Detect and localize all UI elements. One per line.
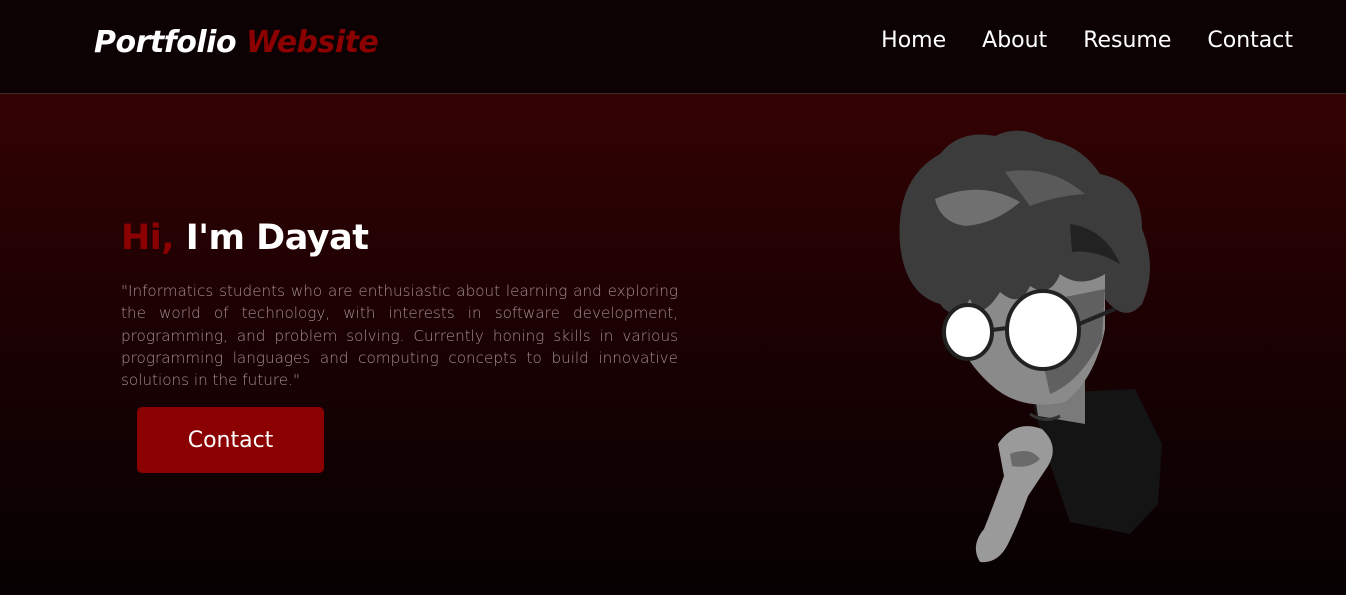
site-header: Portfolio Website Home About Resume Cont…: [0, 0, 1346, 94]
hero-bio: "Informatics students who are enthusiast…: [121, 282, 678, 390]
profile-illustration: [899, 130, 1162, 563]
site-logo[interactable]: Portfolio Website: [94, 25, 379, 60]
nav-link-resume[interactable]: Resume: [1083, 28, 1171, 53]
nav-link-home[interactable]: Home: [881, 28, 946, 53]
avatar-glasses-right: [1005, 289, 1081, 371]
hero-section: Hi, I'm Dayat "Informatics students who …: [0, 94, 1346, 595]
greeting-name: I'm Dayat: [185, 218, 369, 258]
logo-text-primary: Portfolio: [94, 25, 237, 60]
nav-link-about[interactable]: About: [982, 28, 1047, 53]
avatar-hair: [899, 130, 1150, 313]
contact-button[interactable]: Contact: [137, 407, 324, 473]
hero-greeting: Hi, I'm Dayat: [121, 218, 369, 258]
main-nav: Home About Resume Contact: [881, 28, 1293, 53]
avatar-hand: [975, 426, 1053, 563]
nav-link-contact[interactable]: Contact: [1207, 28, 1293, 53]
greeting-accent: Hi,: [121, 218, 175, 258]
logo-text-accent: Website: [246, 25, 379, 60]
avatar-glasses-left: [942, 303, 994, 361]
